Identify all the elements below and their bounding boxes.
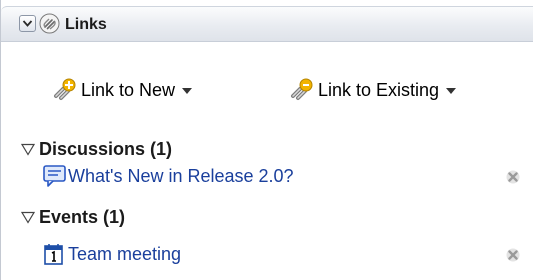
section-title: Discussions (1)	[39, 138, 173, 159]
discussion-link[interactable]: What's New in Release 2.0?	[68, 166, 294, 187]
collapse-button[interactable]	[19, 15, 36, 32]
links-panel: Links Link to New Link to Existing Discu…	[0, 0, 533, 280]
event-link[interactable]: Team meeting	[68, 244, 181, 265]
remove-icon[interactable]	[506, 170, 520, 184]
link-to-new-button[interactable]: Link to New	[51, 78, 193, 102]
panel-title: Links	[65, 16, 107, 33]
remove-icon[interactable]	[506, 248, 520, 262]
collapse-triangle-icon	[21, 143, 35, 156]
section-events[interactable]: Events (1)	[21, 206, 125, 228]
calendar-icon	[44, 244, 63, 265]
list-item: Team meeting	[43, 242, 181, 266]
link-chain-icon	[291, 78, 313, 100]
link-chain-icon	[54, 78, 76, 100]
panel-header: Links	[1, 6, 533, 42]
section-discussions[interactable]: Discussions (1)	[21, 138, 172, 160]
dropdown-caret-icon	[182, 88, 193, 94]
link-to-existing-label: Link to Existing	[318, 79, 440, 100]
discussion-icon	[43, 165, 66, 187]
collapse-triangle-icon	[21, 211, 35, 224]
chevron-down-icon	[22, 20, 33, 27]
link-to-existing-button[interactable]: Link to Existing	[288, 78, 457, 102]
list-item: What's New in Release 2.0?	[43, 164, 294, 188]
dropdown-caret-icon	[446, 88, 457, 94]
link-icon	[39, 13, 60, 34]
link-to-new-label: Link to New	[81, 79, 176, 100]
section-title: Events (1)	[39, 206, 126, 227]
